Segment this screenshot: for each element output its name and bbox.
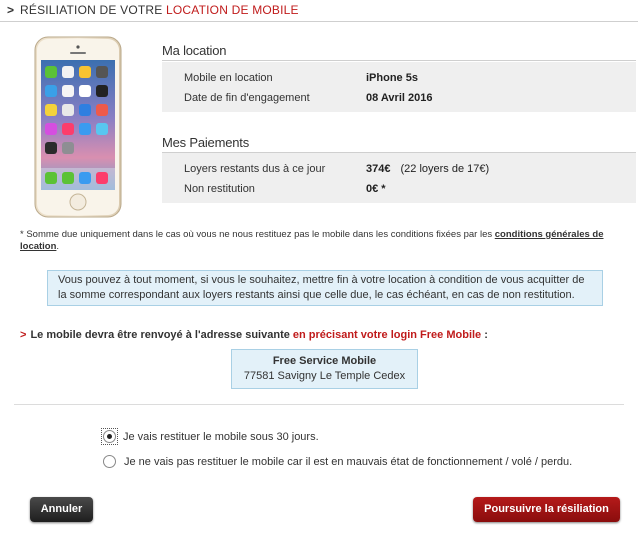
page-header: > RÉSILIATION DE VOTRE LOCATION DE MOBIL… xyxy=(0,0,638,22)
option-return-mobile[interactable]: Je vais restituer le mobile sous 30 jour… xyxy=(101,428,319,445)
radio-button-selected[interactable] xyxy=(103,430,116,443)
header-arrow: > xyxy=(7,3,15,17)
address-line2: 77581 Savigny Le Temple Cedex xyxy=(243,370,406,382)
shipping-highlight: en précisant votre login Free Mobile xyxy=(292,329,482,341)
payments-table: Loyers restants dus à ce jour 374€ (22 lo… xyxy=(162,153,636,203)
location-row-label: Date de fin d'engagement xyxy=(184,92,310,104)
shipping-text: Le mobile devra être renvoyé à l'adresse… xyxy=(30,329,293,341)
cancel-button[interactable]: Annuler xyxy=(30,497,93,522)
footnote-text: * Somme due uniquement dans le cas où vo… xyxy=(20,229,495,240)
radio-button[interactable] xyxy=(103,455,116,468)
return-address-box: Free Service Mobile 77581 Savigny Le Tem… xyxy=(231,349,418,389)
address-line1: Free Service Mobile xyxy=(272,355,377,367)
payments-row-value: 374€ (22 loyers de 17€) xyxy=(366,163,489,175)
option-label[interactable]: Je vais restituer le mobile sous 30 jour… xyxy=(123,431,319,443)
iphone-image xyxy=(34,36,122,218)
location-row-label: Mobile en location xyxy=(184,72,273,84)
location-row-value: 08 Avril 2016 xyxy=(366,92,433,104)
location-section-title: Ma location xyxy=(162,43,636,61)
payments-row-label: Loyers restants dus à ce jour xyxy=(184,163,326,175)
option-not-return-mobile[interactable]: Je ne vais pas restituer le mobile car i… xyxy=(103,455,572,468)
payments-row-value: 0€ * xyxy=(366,183,386,195)
footnote-end: . xyxy=(56,241,60,252)
page-title: RÉSILIATION DE VOTRE LOCATION DE MOBILE xyxy=(20,3,299,17)
payments-row-detail: (22 loyers de 17€) xyxy=(400,163,490,175)
payments-section-title: Mes Paiements xyxy=(162,135,636,153)
shipping-instruction: > Le mobile devra être renvoyé à l'adress… xyxy=(20,329,488,341)
payments-row-amount: 374€ xyxy=(366,163,391,175)
payments-row-label: Non restitution xyxy=(184,183,255,195)
location-table: Mobile en location iPhone 5s Date de fin… xyxy=(162,62,636,112)
footnote: * Somme due uniquement dans le cas où vo… xyxy=(20,229,620,253)
page-title-part2: LOCATION DE MOBILE xyxy=(166,3,299,17)
info-box: Vous pouvez à tout moment, si vous le so… xyxy=(47,270,603,306)
option-label[interactable]: Je ne vais pas restituer le mobile car i… xyxy=(124,456,572,468)
continue-termination-button[interactable]: Poursuivre la résiliation xyxy=(473,497,620,522)
shipping-marker: > xyxy=(20,329,27,341)
page-title-part1: RÉSILIATION DE VOTRE xyxy=(20,3,167,17)
location-row-value: iPhone 5s xyxy=(366,72,418,84)
radio-focus-outline xyxy=(101,428,118,445)
shipping-end: : xyxy=(481,329,488,341)
separator xyxy=(14,404,624,405)
